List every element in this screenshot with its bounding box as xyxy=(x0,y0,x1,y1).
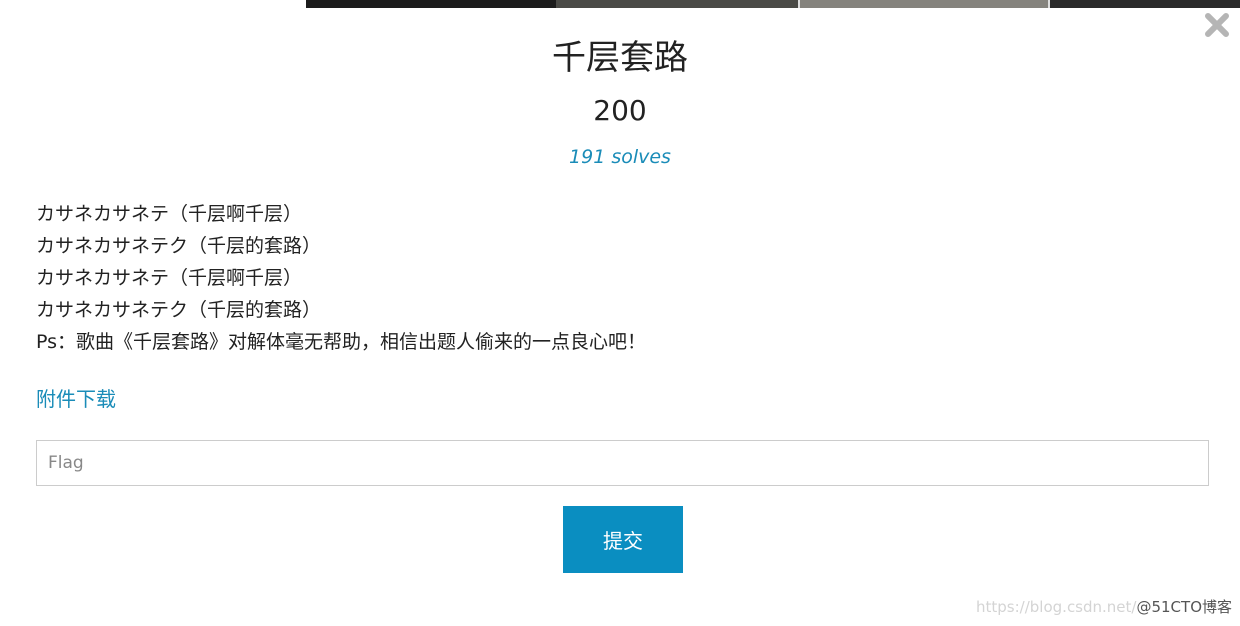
solves-count: 191 solves xyxy=(569,146,671,168)
top-banner-image xyxy=(306,0,1240,8)
submit-button[interactable]: 提交 xyxy=(563,506,683,573)
watermark: https://blog.csdn.net/@51CTO博客 xyxy=(976,596,1232,617)
description-line: カサネカサネテ（千层啊千层） xyxy=(36,267,303,289)
flag-input[interactable] xyxy=(36,440,1209,486)
banner-segment xyxy=(306,0,556,8)
banner-segment xyxy=(556,0,798,8)
description-line: Ps：歌曲《千层套路》对解体毫无帮助，相信出题人偷来的一点良心吧！ xyxy=(36,331,647,353)
challenge-description: カサネカサネテ（千层啊千层） カサネカサネテク（千层的套路） カサネカサネテ（千… xyxy=(36,198,1196,358)
watermark-brand: @51CTO博客 xyxy=(1136,598,1232,616)
watermark-url: https://blog.csdn.net/ xyxy=(976,598,1137,616)
banner-segment xyxy=(1048,0,1240,8)
description-line: カサネカサネテ（千层啊千层） xyxy=(36,203,303,225)
description-line: カサネカサネテク（千层的套路） xyxy=(36,299,322,321)
attachment-download-link[interactable]: 附件下载 xyxy=(36,385,116,413)
challenge-title: 千层套路 xyxy=(552,38,688,78)
challenge-points: 200 xyxy=(593,94,647,127)
description-line: カサネカサネテク（千层的套路） xyxy=(36,235,322,257)
banner-segment xyxy=(798,0,1048,8)
